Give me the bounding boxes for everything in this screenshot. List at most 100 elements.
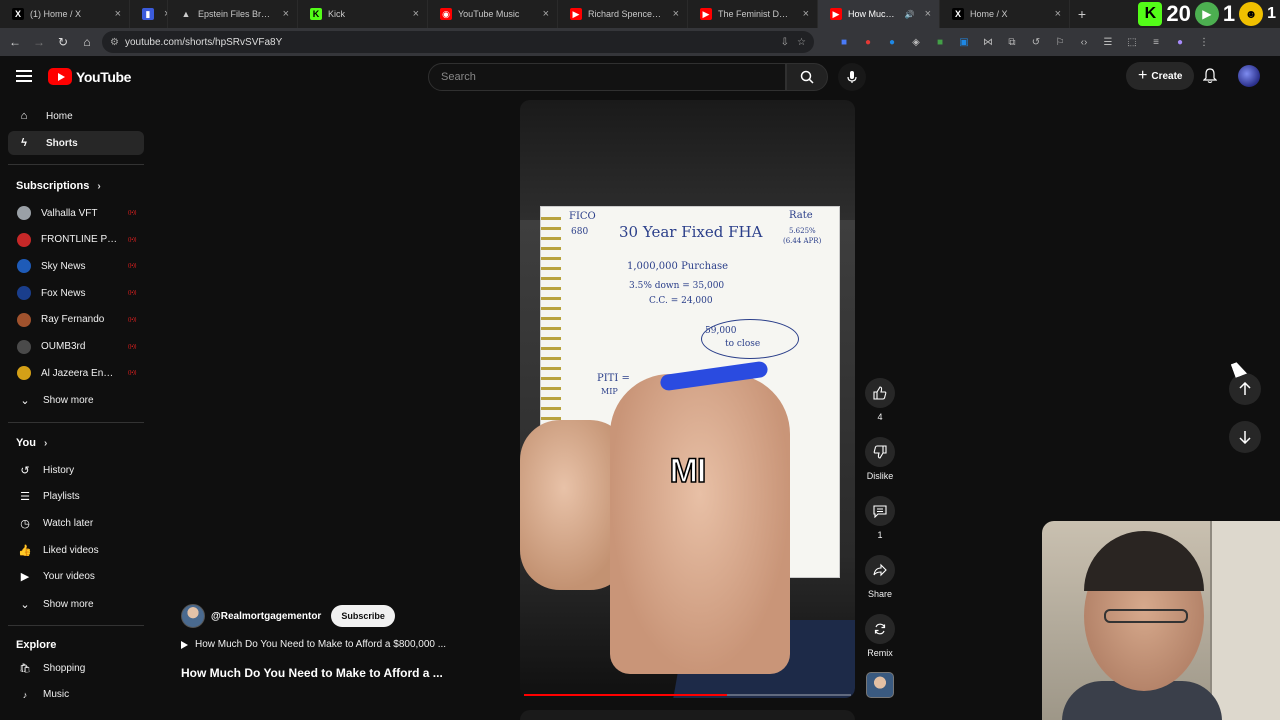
browser-tab[interactable]: ▶ How Much Do You 🔊 × [818, 0, 940, 28]
subscription-item[interactable]: FRONTLINE PBS ... ((•)) [8, 228, 144, 252]
notifications-bell-icon[interactable] [1200, 66, 1220, 86]
you-header[interactable]: You › [16, 437, 47, 449]
search-input[interactable] [441, 71, 773, 83]
subscription-item[interactable]: Al Jazeera English ((•)) [8, 361, 144, 385]
sidebar-item-music[interactable]: ♪ Music [8, 683, 144, 707]
sidebar-item-your-videos[interactable]: ▶ Your videos [8, 565, 144, 589]
show-more-subscriptions[interactable]: ⌄ Show more [8, 388, 144, 412]
browser-tab[interactable]: ▶ The Feminist Debate - Y × [688, 0, 818, 28]
youtube-logo-text: YouTube [76, 68, 132, 85]
menu-icon[interactable]: ⋮ [1196, 34, 1212, 50]
subscriptions-header[interactable]: Subscriptions › [16, 180, 101, 192]
media-icon[interactable]: ≡ [1148, 34, 1164, 50]
profile-icon[interactable]: ● [1172, 34, 1188, 50]
like-button[interactable] [865, 378, 895, 408]
puzzle-icon[interactable]: ⧉ [1004, 34, 1020, 50]
new-tab-button[interactable]: + [1070, 6, 1094, 22]
account-avatar[interactable] [1238, 65, 1260, 87]
address-bar[interactable]: ⚙ youtube.com/shorts/hpSRvSVFa8Y ⇩ ☆ [102, 31, 814, 53]
close-tab-icon[interactable]: × [543, 8, 549, 20]
close-tab-icon[interactable]: × [673, 8, 679, 20]
sound-thumbnail[interactable] [866, 672, 894, 698]
browser-tab[interactable]: X Home / X × [940, 0, 1070, 28]
forward-icon[interactable]: → [30, 33, 48, 51]
comments-button[interactable] [865, 496, 895, 526]
extension-icon[interactable]: ● [884, 34, 900, 50]
search-box[interactable] [428, 63, 786, 91]
extension-icon[interactable]: ⋈ [980, 34, 996, 50]
reading-list-icon[interactable]: ☰ [1100, 34, 1116, 50]
show-more-you[interactable]: ⌄ Show more [8, 592, 144, 616]
channel-avatar[interactable] [181, 604, 205, 628]
create-button[interactable]: + Create [1126, 62, 1195, 90]
dislike-label: Dislike [866, 471, 894, 481]
youtube-header: YouTube + Create [0, 56, 1280, 98]
browser-tab[interactable]: ▮× [130, 0, 168, 28]
subscription-name: Sky News [41, 260, 86, 272]
speaker-icon[interactable]: 🔊 [905, 10, 915, 19]
close-tab-icon[interactable]: × [413, 8, 419, 20]
dislike-button[interactable] [865, 437, 895, 467]
close-tab-icon[interactable]: × [1055, 8, 1061, 20]
chevron-down-icon: ⌄ [20, 598, 30, 611]
site-info-icon[interactable]: ⚙ [110, 37, 119, 48]
close-tab-icon[interactable]: × [803, 8, 809, 20]
sidebar-item-liked-videos[interactable]: 👍 Liked videos [8, 538, 144, 562]
back-icon[interactable]: ← [6, 33, 24, 51]
youtube-logo[interactable]: YouTube [48, 68, 131, 85]
translate-icon[interactable]: ⚐ [1052, 34, 1068, 50]
browser-tab[interactable]: X (1) Home / X × [0, 0, 130, 28]
history-icon[interactable]: ↺ [1028, 34, 1044, 50]
play-extension-icon[interactable]: ▶ [1194, 2, 1219, 26]
related-video-link[interactable]: How Much Do You Need to Make to Afford a… [181, 639, 446, 650]
install-icon[interactable]: ⇩ [781, 37, 789, 48]
bookmark-star-icon[interactable]: ☆ [797, 37, 806, 48]
home-icon[interactable]: ⌂ [78, 33, 96, 51]
code-icon[interactable]: ‹› [1076, 34, 1092, 50]
subscription-item[interactable]: OUMB3rd ((•)) [8, 335, 144, 359]
browser-tab[interactable]: ◉ YouTube Music × [428, 0, 558, 28]
remix-button[interactable] [865, 614, 895, 644]
previous-short-button[interactable] [1229, 373, 1261, 405]
video-progress-bar[interactable] [524, 694, 851, 696]
hamburger-menu-icon[interactable] [16, 68, 32, 84]
voice-search-button[interactable] [838, 63, 866, 91]
extension-icon[interactable]: ◈ [908, 34, 924, 50]
browser-tab[interactable]: K Kick × [298, 0, 428, 28]
share-label: Share [867, 589, 893, 599]
sidebar-item-playlists[interactable]: ☰ Playlists [8, 485, 144, 509]
screenshot-icon[interactable]: ⬚ [1124, 34, 1140, 50]
sidebar-item-watch-later[interactable]: ◷ Watch later [8, 511, 144, 535]
extension-icon[interactable]: ▣ [956, 34, 972, 50]
channel-row: @Realmortgagementor Subscribe [181, 604, 395, 628]
close-tab-icon[interactable]: × [115, 8, 121, 20]
browser-tab[interactable]: ▲ Epstein Files Browser × [168, 0, 298, 28]
subscription-item[interactable]: Ray Fernando ((•)) [8, 308, 144, 332]
subscription-item[interactable]: Sky News ((•)) [8, 254, 144, 278]
subscription-item[interactable]: Valhalla VFT ((•)) [8, 201, 144, 225]
close-tab-icon[interactable]: × [925, 8, 931, 20]
kick-extension-icon[interactable]: K [1138, 2, 1163, 26]
extension-icon[interactable]: ● [860, 34, 876, 50]
subscribe-button[interactable]: Subscribe [331, 605, 395, 627]
sidebar-item-shorts[interactable]: ϟ Shorts [8, 131, 144, 155]
sidebar-item-history[interactable]: ↺ History [8, 458, 144, 482]
share-button[interactable] [865, 555, 895, 585]
sidebar-item-shopping[interactable]: 🛍 Shopping [8, 656, 144, 680]
smiley-extension-icon[interactable]: ☻ [1239, 2, 1264, 26]
channel-handle[interactable]: @Realmortgagementor [211, 611, 321, 622]
subscription-item[interactable]: Fox News ((•)) [8, 281, 144, 305]
browser-tab[interactable]: ▶ Richard Spencer on Isra × [558, 0, 688, 28]
search-button[interactable] [786, 63, 828, 91]
extension-icon[interactable]: ■ [932, 34, 948, 50]
extension-icon[interactable]: ■ [836, 34, 852, 50]
notebook-piti: PITI = [597, 373, 630, 384]
close-tab-icon[interactable]: × [283, 8, 289, 20]
next-short-button[interactable] [1229, 421, 1261, 453]
reload-icon[interactable]: ↻ [54, 33, 72, 51]
video-title[interactable]: How Much Do You Need to Make to Afford a… [181, 666, 443, 680]
next-short-preview[interactable] [520, 710, 855, 720]
sidebar-item-label: Music [43, 689, 70, 701]
shorts-video-player[interactable]: FICO 680 30 Year Fixed FHA Rate 5.625% (… [520, 100, 855, 698]
sidebar-item-home[interactable]: ⌂ Home [8, 104, 144, 128]
